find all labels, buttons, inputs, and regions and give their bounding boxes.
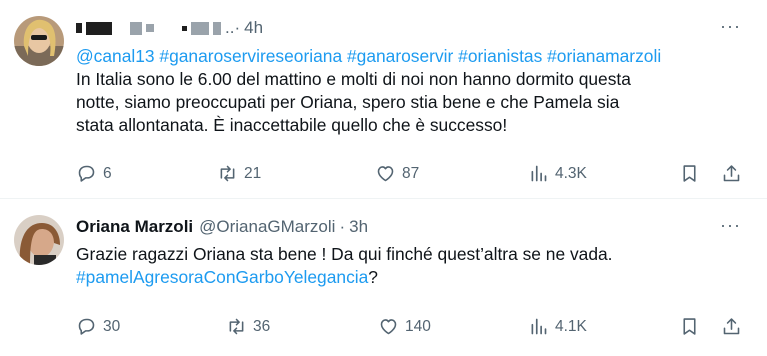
profile-photo-icon bbox=[14, 215, 64, 265]
tweet-time[interactable]: 3h bbox=[349, 217, 368, 237]
repost-icon bbox=[229, 318, 244, 335]
reply-count: 30 bbox=[103, 318, 121, 335]
share-icon bbox=[723, 318, 740, 335]
tweet-header: Oriana Marzoli @OrianaGMarzoli · 3h bbox=[76, 216, 717, 238]
heart-icon bbox=[380, 319, 397, 335]
heart-icon bbox=[377, 166, 394, 182]
avatar[interactable] bbox=[14, 16, 64, 66]
reply-icon bbox=[78, 318, 95, 335]
mention-link[interactable]: @canal13 bbox=[76, 46, 155, 66]
author-name[interactable]: Oriana Marzoli bbox=[76, 217, 193, 237]
hashtag-link[interactable]: #orianamarzoli bbox=[547, 46, 661, 66]
bookmark-icon bbox=[683, 165, 696, 182]
views-count: 4.1K bbox=[555, 318, 587, 335]
tweet-message: Grazie ragazzi Oriana sta bene ! Da qui … bbox=[76, 244, 613, 264]
hashtag-link[interactable]: #orianistas bbox=[458, 46, 542, 66]
author-handle[interactable]: @OrianaGMarzoli bbox=[199, 217, 335, 237]
header-dot: ..· bbox=[225, 18, 241, 37]
tweet-message: In Italia sono le 6.00 del mattino e mol… bbox=[76, 69, 631, 135]
author-name-redacted[interactable] bbox=[76, 21, 221, 35]
bookmark-button[interactable] bbox=[679, 163, 706, 184]
hashtag-link[interactable]: #ganaroservireseoriana bbox=[159, 46, 342, 66]
repost-count: 21 bbox=[244, 165, 262, 182]
repost-button[interactable]: 21 bbox=[217, 163, 261, 184]
share-icon bbox=[723, 165, 740, 182]
action-bar: 6 21 87 4.3K bbox=[76, 163, 747, 185]
share-button[interactable] bbox=[721, 316, 748, 337]
more-options-icon[interactable]: ··· bbox=[720, 215, 741, 236]
avatar[interactable] bbox=[14, 215, 64, 265]
bookmark-icon bbox=[683, 318, 696, 335]
tweet-text: @canal13 #ganaroservireseoriana #ganaros… bbox=[76, 45, 747, 137]
views-button[interactable]: 4.1K bbox=[528, 316, 587, 337]
tweet-time[interactable]: 4h bbox=[244, 18, 263, 38]
like-button[interactable]: 87 bbox=[375, 163, 419, 184]
views-chart-icon bbox=[531, 318, 547, 335]
tweet[interactable]: Oriana Marzoli @OrianaGMarzoli · 3h ··· … bbox=[0, 199, 767, 356]
tweet-text: Grazie ragazzi Oriana sta bene ! Da qui … bbox=[76, 243, 747, 289]
more-options-icon[interactable]: ··· bbox=[720, 16, 741, 37]
action-bar: 30 36 140 4.1K bbox=[76, 316, 747, 338]
views-button[interactable]: 4.3K bbox=[528, 163, 587, 184]
reply-count: 6 bbox=[103, 165, 112, 182]
bookmark-button[interactable] bbox=[679, 316, 706, 337]
share-button[interactable] bbox=[721, 163, 748, 184]
like-count: 87 bbox=[402, 165, 420, 182]
like-count: 140 bbox=[405, 318, 431, 335]
hashtag-suffix: ? bbox=[368, 267, 378, 287]
hashtag-line: #pamelAgresoraConGarboYelegancia? bbox=[76, 266, 747, 289]
views-chart-icon bbox=[531, 165, 547, 182]
reply-icon bbox=[78, 165, 95, 182]
reply-button[interactable]: 6 bbox=[76, 163, 112, 184]
hashtag-link[interactable]: #pamelAgresoraConGarboYelegancia bbox=[76, 267, 368, 287]
repost-button[interactable]: 36 bbox=[226, 316, 270, 337]
tweet-header: ..· 4h bbox=[76, 17, 717, 39]
repost-icon bbox=[220, 165, 235, 182]
tweet[interactable]: ..· 4h ··· @canal13 #ganaroservireseoria… bbox=[0, 0, 767, 199]
like-button[interactable]: 140 bbox=[378, 316, 431, 337]
repost-count: 36 bbox=[253, 318, 271, 335]
header-dot: · bbox=[339, 217, 346, 236]
views-count: 4.3K bbox=[555, 165, 587, 182]
reply-button[interactable]: 30 bbox=[76, 316, 120, 337]
profile-photo-icon bbox=[14, 16, 64, 66]
hashtag-link[interactable]: #ganaroservir bbox=[347, 46, 453, 66]
mentions-line: @canal13 #ganaroservireseoriana #ganaros… bbox=[76, 45, 747, 68]
